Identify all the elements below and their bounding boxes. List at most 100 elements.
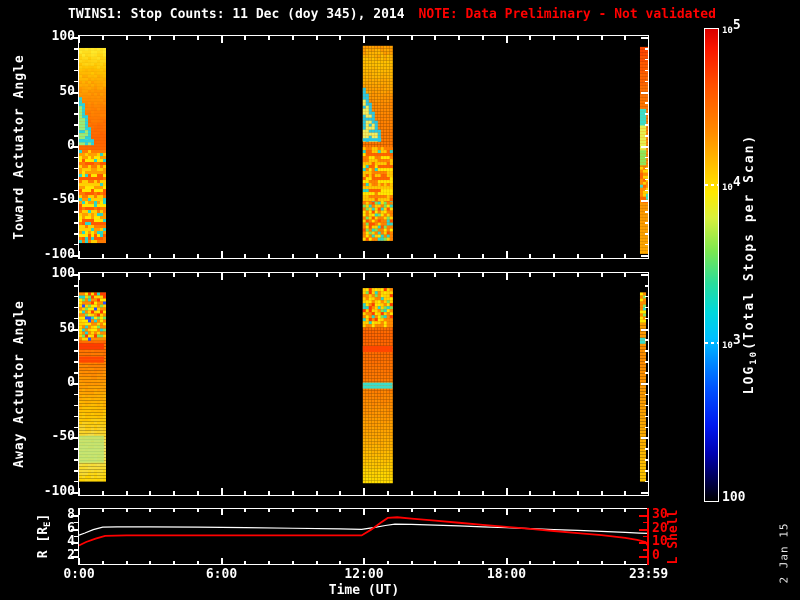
- axis-tick: [268, 561, 270, 564]
- axis-tick: [645, 211, 649, 213]
- axis-tick: [74, 481, 78, 483]
- axis-tick: [292, 36, 294, 40]
- axis-tick: [221, 558, 223, 564]
- axis-tick: [221, 509, 223, 515]
- axis-tick: [639, 515, 647, 517]
- r-tick-label: 2: [15, 549, 75, 563]
- axis-tick: [645, 394, 649, 396]
- axis-tick: [74, 233, 78, 235]
- axis-tick: [645, 350, 649, 352]
- axis-tick: [221, 36, 223, 43]
- axis-tick: [74, 70, 78, 72]
- axis-tick: [624, 273, 626, 277]
- creation-date-stamp: 2 Jan 15: [778, 523, 791, 584]
- axis-tick: [78, 273, 80, 280]
- axis-tick: [102, 273, 104, 277]
- r-tick-label: 8: [15, 508, 75, 522]
- plot-title: TWINS1: Stop Counts: 11 Dec (doy 345), 2…: [68, 7, 405, 22]
- axis-tick: [645, 339, 649, 341]
- axis-tick: [553, 561, 555, 564]
- axis-tick: [506, 251, 508, 258]
- axis-tick: [577, 509, 579, 512]
- axis-tick: [197, 273, 199, 277]
- axis-tick: [553, 36, 555, 40]
- axis-tick: [387, 509, 389, 512]
- axis-tick: [434, 36, 436, 40]
- axis-tick: [292, 561, 294, 564]
- axis-tick: [244, 254, 246, 258]
- axis-tick: [268, 509, 270, 512]
- axis-tick: [645, 361, 649, 363]
- time-axis-title: Time (UT): [319, 584, 409, 598]
- axis-tick: [641, 92, 649, 94]
- axis-tick: [601, 491, 603, 495]
- time-tick-label: 0:00: [39, 568, 119, 582]
- l-shell-tick-label: 30: [652, 508, 668, 522]
- axis-tick: [74, 179, 78, 181]
- axis-tick: [387, 36, 389, 40]
- axis-tick: [78, 509, 80, 515]
- axis-tick: [434, 273, 436, 277]
- axis-tick: [645, 157, 649, 159]
- axis-tick: [506, 488, 508, 495]
- axis-tick: [434, 509, 436, 512]
- axis-tick: [645, 124, 649, 126]
- axis-tick: [645, 102, 649, 104]
- angle-tick-label: 100: [15, 267, 75, 281]
- axis-tick: [74, 157, 78, 159]
- orbit-lines-canvas: [79, 509, 648, 564]
- axis-tick: [641, 200, 649, 202]
- axis-tick: [553, 509, 555, 512]
- axis-tick: [645, 179, 649, 181]
- axis-tick: [316, 36, 318, 40]
- axis-tick: [363, 488, 365, 495]
- axis-tick: [74, 470, 78, 472]
- axis-tick: [126, 561, 128, 564]
- axis-tick: [529, 509, 531, 512]
- axis-tick: [74, 48, 78, 50]
- axis-tick: [268, 254, 270, 258]
- angle-tick-label: 50: [15, 85, 75, 99]
- axis-tick: [645, 459, 649, 461]
- axis-tick: [641, 383, 649, 385]
- axis-tick: [74, 427, 78, 429]
- axis-tick: [506, 509, 508, 515]
- axis-tick: [197, 561, 199, 564]
- axis-tick: [74, 448, 78, 450]
- axis-tick: [149, 509, 151, 512]
- axis-tick: [577, 273, 579, 277]
- angle-tick-label: 100: [15, 30, 75, 44]
- axis-tick: [577, 36, 579, 40]
- axis-tick: [387, 561, 389, 564]
- axis-tick: [641, 274, 649, 276]
- axis-tick: [244, 561, 246, 564]
- axis-tick: [74, 459, 78, 461]
- axis-tick: [197, 509, 199, 512]
- r-tick-label: 4: [15, 535, 75, 549]
- axis-tick: [102, 254, 104, 258]
- axis-tick: [645, 59, 649, 61]
- axis-tick: [74, 372, 78, 374]
- axis-tick: [458, 561, 460, 564]
- axis-tick: [434, 254, 436, 258]
- axis-tick: [641, 146, 649, 148]
- axis-tick: [643, 549, 647, 551]
- axis-tick: [645, 318, 649, 320]
- axis-tick: [529, 36, 531, 40]
- axis-tick: [292, 509, 294, 512]
- axis-tick: [74, 307, 78, 309]
- colorbar-tick-dash: [705, 342, 718, 344]
- colorbar-tick-label: 100: [722, 491, 745, 505]
- axis-tick: [197, 36, 199, 40]
- axis-tick: [149, 254, 151, 258]
- axis-tick: [529, 273, 531, 277]
- axis-tick: [645, 470, 649, 472]
- axis-tick: [292, 254, 294, 258]
- time-tick-label: 12:00: [324, 568, 404, 582]
- angle-tick-label: -100: [15, 485, 75, 499]
- axis-tick: [74, 59, 78, 61]
- axis-tick: [645, 70, 649, 72]
- axis-tick: [624, 561, 626, 564]
- spectrogram-panel-away: [78, 272, 649, 496]
- axis-tick: [74, 361, 78, 363]
